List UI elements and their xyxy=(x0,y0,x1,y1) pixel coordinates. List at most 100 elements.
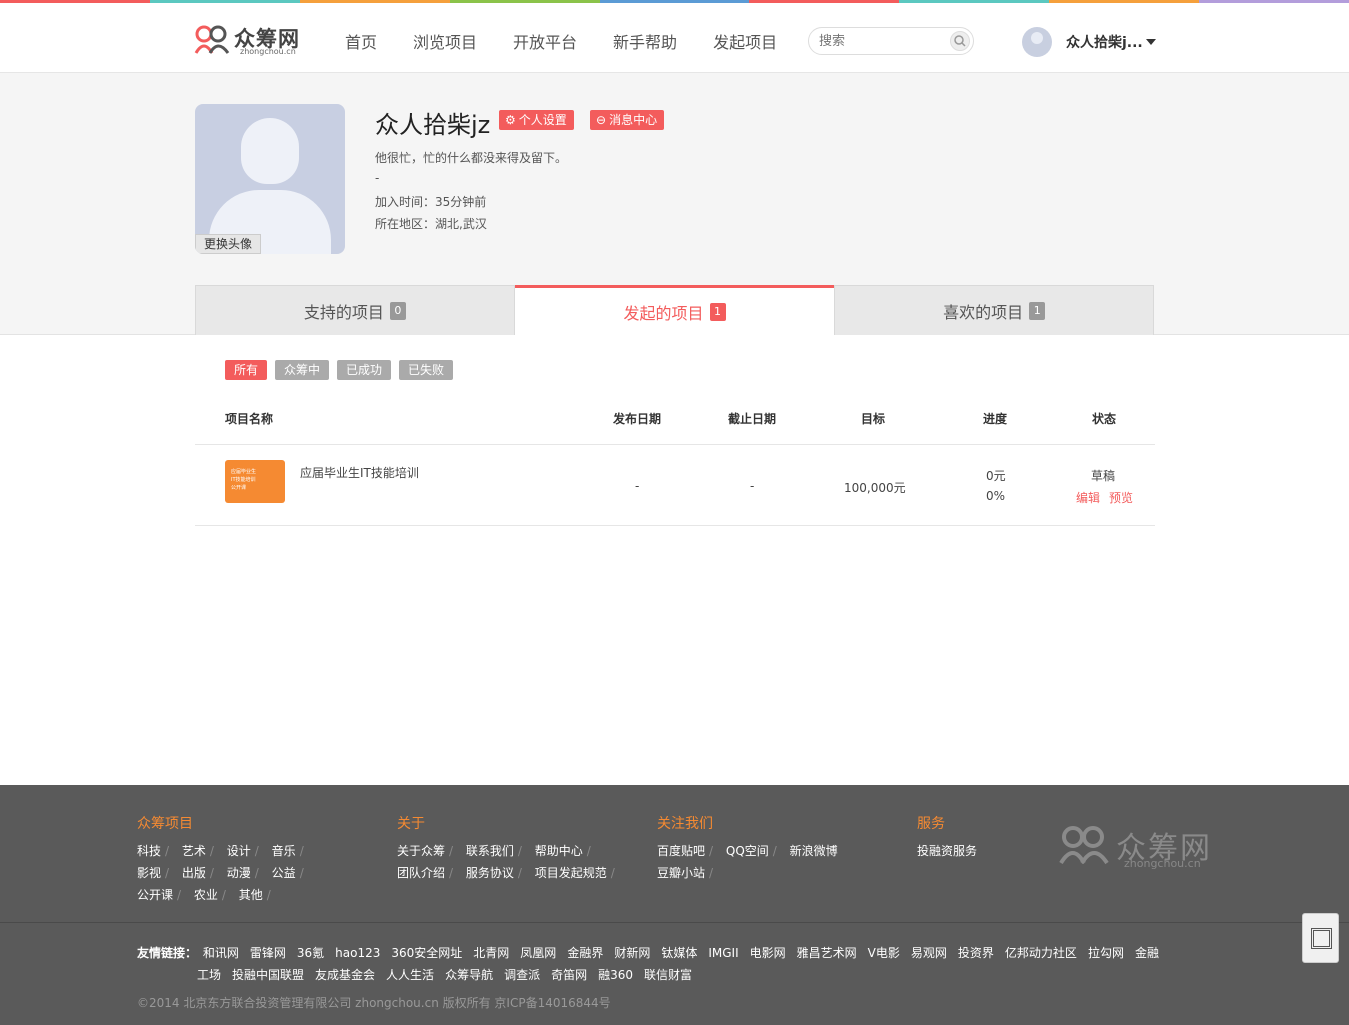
friend-link[interactable]: 联信财富 xyxy=(644,968,692,982)
footer-col-about: 关于 关于众筹 / 联系我们 / 帮助中心 / 团队介绍 / 服务协议 / 项目发起规范 / xyxy=(397,813,624,885)
tab-label: 发起的项目 xyxy=(623,304,704,323)
filter-failed[interactable]: 已失败 xyxy=(399,360,454,380)
footer-link[interactable]: 农业 xyxy=(194,888,218,902)
footer-link[interactable]: 公益 xyxy=(272,866,296,880)
footer-link[interactable]: 艺术 xyxy=(182,844,206,858)
friend-link[interactable]: 雷锋网 xyxy=(250,946,286,960)
thumb-text: 应届毕业生 xyxy=(231,469,257,475)
logo[interactable]: 众筹网 zhongchou.cn xyxy=(194,23,309,59)
friend-link[interactable]: 凤凰网 xyxy=(520,946,556,960)
friend-link[interactable]: IMGII xyxy=(708,946,738,960)
friend-links: 友情链接： 和讯网 雷锋网 36氪 hao123 360安全网址 北青网 凤凰网 金融界 财新网… xyxy=(137,943,1217,987)
footer-link[interactable]: 动漫 xyxy=(227,866,251,880)
filter-all[interactable]: 所有 xyxy=(225,360,268,380)
footer-link[interactable]: 音乐 xyxy=(272,844,296,858)
tab-count-badge: 1 xyxy=(1029,301,1046,320)
tab-launched[interactable]: 发起的项目 1 xyxy=(514,285,835,336)
friend-link[interactable]: 人人生活 xyxy=(386,968,434,982)
profile-section: 更换头像 众人拾柴jz ⚙ 个人设置 ⊖ 消息中心 他很忙，忙的什么都没来得及留… xyxy=(0,73,1349,336)
friend-link[interactable]: 调查派 xyxy=(504,968,540,982)
footer-col-follow: 关注我们 百度贴吧 / QQ空间 / 新浪微博 豆瓣小站 / xyxy=(657,813,842,885)
user-menu[interactable]: 众人拾柴j... xyxy=(1022,27,1156,57)
footer-link[interactable]: 服务协议 xyxy=(466,866,514,880)
tab-supported[interactable]: 支持的项目 0 xyxy=(195,285,515,335)
friend-link[interactable]: hao123 xyxy=(335,946,380,960)
nav-home[interactable]: 首页 xyxy=(345,29,377,53)
settings-button[interactable]: ⚙ 个人设置 xyxy=(499,110,574,130)
friend-link[interactable]: 投资界 xyxy=(958,946,994,960)
footer-link[interactable]: 百度贴吧 xyxy=(657,844,705,858)
footer-link[interactable]: 豆瓣小站 xyxy=(657,866,705,880)
nav-browse[interactable]: 浏览项目 xyxy=(413,29,477,53)
friend-link[interactable]: 工场 xyxy=(197,968,221,982)
footer-link[interactable]: 帮助中心 xyxy=(535,844,583,858)
friend-link[interactable]: 投融中国联盟 xyxy=(232,968,304,982)
project-thumbnail[interactable]: 应届毕业生 IT技能培训 公开课 xyxy=(225,460,285,503)
avatar[interactable] xyxy=(1022,27,1052,57)
friend-link[interactable]: 易观网 xyxy=(911,946,947,960)
footer-link[interactable]: 新浪微博 xyxy=(790,844,838,858)
friend-link[interactable]: 36氪 xyxy=(297,946,324,960)
tab-count-badge: 1 xyxy=(709,303,726,321)
profile-location: 所在地区：湖北,武汉 xyxy=(375,217,487,231)
footer-col-title: 关于 xyxy=(397,816,425,832)
friend-link[interactable]: 拉勾网 xyxy=(1088,946,1124,960)
footer-link[interactable]: 项目发起规范 xyxy=(535,866,607,880)
friend-link[interactable]: 奇笛网 xyxy=(551,968,587,982)
preview-link[interactable]: 预览 xyxy=(1109,489,1133,506)
friend-links-label: 友情链接： xyxy=(137,946,198,960)
footer-col-title: 服务 xyxy=(917,816,945,832)
friend-link[interactable]: 电影网 xyxy=(750,946,786,960)
tab-liked[interactable]: 喜欢的项目 1 xyxy=(834,285,1155,335)
status-text: 草稿 xyxy=(1091,469,1116,483)
footer-link[interactable]: 科技 xyxy=(137,844,161,858)
publish-date: - xyxy=(635,479,640,493)
friend-link[interactable]: 金融 xyxy=(1135,946,1159,960)
header-status: 状态 xyxy=(1092,412,1117,426)
edit-link[interactable]: 编辑 xyxy=(1076,489,1100,506)
footer-link[interactable]: 影视 xyxy=(137,866,161,880)
chevron-down-icon[interactable] xyxy=(1145,39,1156,45)
footer-link[interactable]: 出版 xyxy=(182,866,206,880)
friend-link[interactable]: 亿邦动力社区 xyxy=(1005,946,1077,960)
friend-link[interactable]: 融360 xyxy=(598,968,633,982)
search-icon[interactable] xyxy=(950,31,970,51)
header-name: 项目名称 xyxy=(225,412,274,426)
friend-link[interactable]: 财新网 xyxy=(614,946,650,960)
logo-icon xyxy=(194,25,230,54)
message-center-button[interactable]: ⊖ 消息中心 xyxy=(590,110,665,130)
friend-link[interactable]: 北青网 xyxy=(473,946,509,960)
qr-code-button[interactable] xyxy=(1302,913,1339,963)
change-avatar-button[interactable]: 更换头像 xyxy=(195,234,262,254)
friend-link[interactable]: 金融界 xyxy=(567,946,603,960)
filter-funding[interactable]: 众筹中 xyxy=(275,360,330,380)
profile-dash: - xyxy=(375,171,380,185)
project-name-link[interactable]: 应届毕业生IT技能培训 xyxy=(300,464,419,481)
footer-link[interactable]: 其他 xyxy=(239,888,263,902)
friend-link[interactable]: 雅昌艺术网 xyxy=(797,946,857,960)
footer-link[interactable]: 联系我们 xyxy=(466,844,514,858)
nav-help[interactable]: 新手帮助 xyxy=(613,29,677,53)
friend-link[interactable]: 和讯网 xyxy=(203,946,239,960)
nav-launch[interactable]: 发起项目 xyxy=(713,29,777,53)
header-progress: 进度 xyxy=(983,412,1008,426)
user-name[interactable]: 众人拾柴j... xyxy=(1066,32,1143,52)
search-input[interactable] xyxy=(819,29,949,53)
friend-link[interactable]: 友成基金会 xyxy=(315,968,375,982)
footer-link[interactable]: 团队介绍 xyxy=(397,866,445,880)
filter-success[interactable]: 已成功 xyxy=(337,360,392,380)
footer-link[interactable]: 公开课 xyxy=(137,888,173,902)
profile-joined: 加入时间：35分钟前 xyxy=(375,195,487,209)
friend-link[interactable]: 钛媒体 xyxy=(661,946,697,960)
friend-link[interactable]: 众筹导航 xyxy=(445,968,493,982)
friend-link[interactable]: 360安全网址 xyxy=(391,946,462,960)
footer-link[interactable]: 设计 xyxy=(227,844,251,858)
nav-open-platform[interactable]: 开放平台 xyxy=(513,29,577,53)
footer-link[interactable]: 投融资服务 xyxy=(917,844,977,858)
projects-table: 项目名称 发布日期 截止日期 目标 进度 状态 应届毕业生 IT技能培训 公开课… xyxy=(195,395,1155,526)
footer-link[interactable]: 关于众筹 xyxy=(397,844,445,858)
friend-links-row: 工场 投融中国联盟 友成基金会 人人生活 众筹导航 调查派 奇笛网 融360 联信财富 xyxy=(137,965,1217,987)
footer-link[interactable]: QQ空间 xyxy=(726,844,769,858)
friend-link[interactable]: V电影 xyxy=(868,946,900,960)
footer-link-row: 影视 / 出版 / 动漫 / 公益 / xyxy=(137,866,304,880)
